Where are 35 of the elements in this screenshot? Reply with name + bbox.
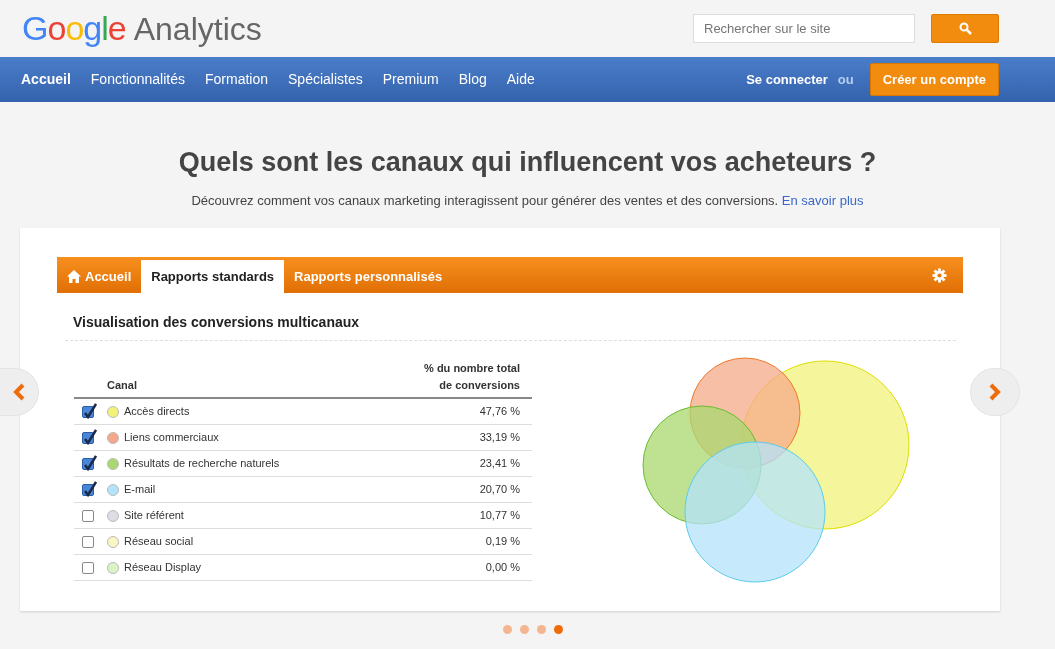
percentage-value: 10,77 % <box>479 508 520 524</box>
percentage-value: 0,19 % <box>485 534 520 550</box>
nav-link[interactable]: Blog <box>448 69 497 90</box>
search-field[interactable]: Rechercher sur le site <box>693 14 915 43</box>
channel-name: Liens commerciaux <box>124 430 219 446</box>
report-tab[interactable]: Accueil <box>57 260 142 293</box>
learn-more-link[interactable]: En savoir plus <box>781 192 864 208</box>
nav-link[interactable]: Premium <box>372 69 449 90</box>
or-text: ou <box>837 70 854 89</box>
channel-name: E-mail <box>124 482 156 498</box>
column-header: Canal <box>107 377 137 393</box>
report-tab[interactable]: Rapports standards <box>141 260 285 293</box>
channel-name: Accès directs <box>124 404 190 420</box>
percentage-value: 33,19 % <box>479 430 520 446</box>
percentage-value: 0,00 % <box>485 560 520 576</box>
report-tab[interactable]: Rapports personnalisés <box>284 260 453 293</box>
channel-name: Réseau social <box>124 534 194 550</box>
channel-name: Réseau Display <box>124 560 202 576</box>
percentage-value: 23,41 % <box>479 456 520 472</box>
percentage-value: 20,70 % <box>479 482 520 498</box>
channel-name: Résultats de recherche naturels <box>124 456 280 472</box>
nav-link[interactable]: Fonctionnalités <box>80 69 195 90</box>
column-header: % du nombre total de conversions <box>423 361 520 393</box>
hero-subtitle: Découvrez comment vos canaux marketing interagissent pour générer des ventes et des conversions. En savoir plus <box>190 191 865 210</box>
nav-link[interactable]: Formation <box>195 69 278 90</box>
sign-in-link[interactable]: Se connecter <box>736 69 838 90</box>
nav-link[interactable]: Spécialistes <box>278 69 373 90</box>
channel-name: Site référent <box>124 508 184 524</box>
brand-logo[interactable]: Google <box>22 3 126 54</box>
product-name: Analytics <box>133 10 262 49</box>
report-title: Visualisation des conversions multicanaux <box>73 313 361 332</box>
nav-link[interactable]: Aide <box>496 69 545 90</box>
hero-title: Quels sont les canaux qui influencent vos acheteurs ? <box>177 146 878 179</box>
percentage-value: 47,76 % <box>479 404 520 420</box>
nav-link[interactable]: Accueil <box>21 69 81 90</box>
